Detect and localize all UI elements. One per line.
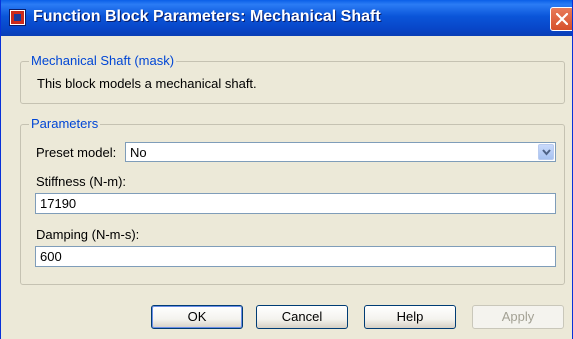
damping-label: Damping (N-m-s): <box>36 227 140 242</box>
title-bar[interactable]: Function Block Parameters: Mechanical Sh… <box>1 0 572 36</box>
mask-legend: Mechanical Shaft (mask) <box>29 53 177 68</box>
dialog-window: Function Block Parameters: Mechanical Sh… <box>0 0 573 339</box>
mask-description: This block models a mechanical shaft. <box>37 76 257 91</box>
chevron-down-icon[interactable] <box>538 144 554 160</box>
preset-model-select[interactable]: No <box>125 142 556 162</box>
preset-model-label: Preset model: <box>36 145 117 160</box>
preset-model-value: No <box>130 145 147 160</box>
close-button[interactable] <box>550 7 572 31</box>
damping-field[interactable]: 600 <box>35 246 556 267</box>
ok-button[interactable]: OK <box>151 305 243 329</box>
window-title: Function Block Parameters: Mechanical Sh… <box>33 8 381 25</box>
help-button[interactable]: Help <box>364 305 456 329</box>
apply-button[interactable]: Apply <box>472 305 564 329</box>
parameters-legend: Parameters <box>29 116 101 131</box>
cancel-button[interactable]: Cancel <box>256 305 348 329</box>
stiffness-field[interactable]: 17190 <box>35 193 556 214</box>
close-icon <box>556 13 568 25</box>
simulink-block-icon <box>9 9 26 26</box>
mask-description-group: Mechanical Shaft (mask) This block model… <box>20 53 565 104</box>
stiffness-label: Stiffness (N-m): <box>36 174 127 189</box>
